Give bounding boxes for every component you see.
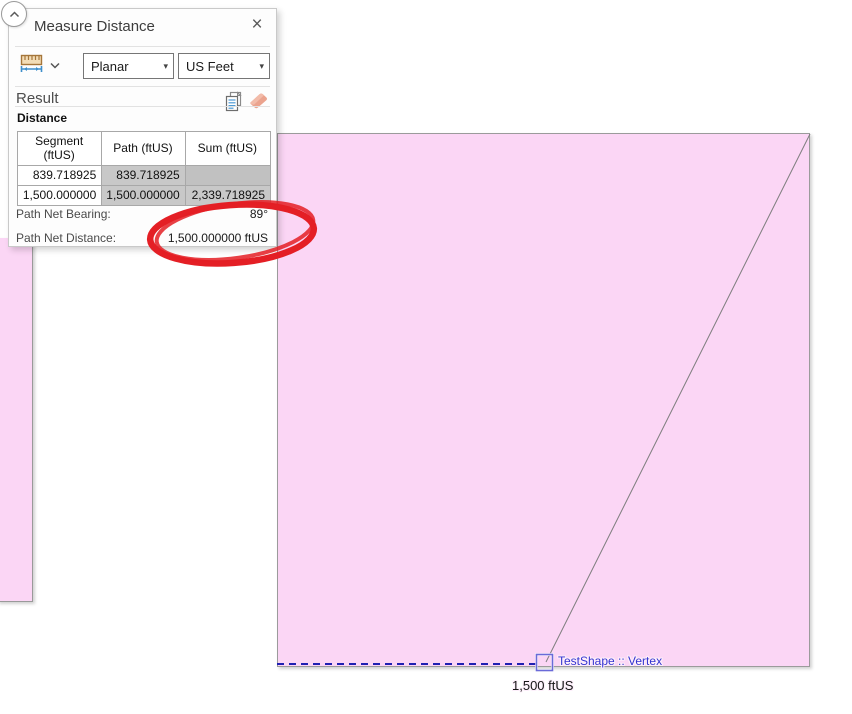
dropdown-arrow-icon: ▾ xyxy=(259,61,264,71)
table-row: 839.718925 839.718925 xyxy=(16,165,272,186)
dropdown-arrow-icon: ▾ xyxy=(163,61,168,71)
unit-dropdown[interactable]: US Feet ▾ xyxy=(178,53,270,79)
dialog-title: Measure Distance xyxy=(34,18,155,35)
separator xyxy=(15,106,270,107)
copy-result-button[interactable] xyxy=(224,91,246,112)
clear-results-button[interactable] xyxy=(248,91,270,111)
table-header-row: Segment (ftUS) Path (ftUS) Sum (ftUS) xyxy=(16,131,272,166)
segment-value-cell: 1,500.000000 xyxy=(16,185,103,206)
snap-tooltip: TestShape :: Vertex xyxy=(558,654,663,668)
path-value-cell: 839.718925 xyxy=(101,165,186,186)
separator xyxy=(15,86,270,87)
segment-value-cell: 839.718925 xyxy=(16,165,103,186)
path-net-distance-value: 1,500.000000 ftUS xyxy=(167,231,268,245)
path-net-bearing-label: Path Net Bearing: xyxy=(16,207,111,221)
path-net-distance-row: Path Net Distance: 1,500.000000 ftUS xyxy=(16,231,268,245)
map-polygon-testshape xyxy=(277,133,810,667)
separator xyxy=(15,46,270,47)
measure-mode-button[interactable] xyxy=(17,51,69,78)
measure-distance-dialog: Measure Distance × Planar ▾ US Feet ▾ Re… xyxy=(8,8,277,247)
close-button[interactable]: × xyxy=(246,13,268,37)
path-net-bearing-row: Path Net Bearing: 89° xyxy=(16,207,268,221)
segment-distance-label: 1,500 ftUS xyxy=(512,678,574,693)
measure-mode-dropdown[interactable]: Planar ▾ xyxy=(83,53,174,79)
path-net-bearing-value: 89° xyxy=(249,207,268,221)
path-net-distance-label: Path Net Distance: xyxy=(16,231,117,245)
measure-mode-value: Planar xyxy=(91,58,129,74)
unit-value: US Feet xyxy=(186,58,234,74)
collapse-panel-button[interactable] xyxy=(1,1,27,27)
column-header-sum: Sum (ftUS) xyxy=(184,131,272,166)
distance-result-table: Segment (ftUS) Path (ftUS) Sum (ftUS) 83… xyxy=(16,131,272,206)
sum-value-cell: 2,339.718925 xyxy=(184,185,272,206)
map-polygon-left-partial xyxy=(0,238,33,602)
copy-icon xyxy=(225,91,242,112)
distance-section-label: Distance xyxy=(17,111,68,125)
column-header-segment: Segment (ftUS) xyxy=(16,131,103,166)
chevron-up-icon xyxy=(9,10,19,17)
sum-value-cell xyxy=(184,165,272,186)
ruler-icon xyxy=(20,54,43,75)
result-section-label: Result xyxy=(16,90,59,107)
table-row: 1,500.000000 1,500.000000 2,339.718925 xyxy=(16,185,272,206)
chevron-down-icon xyxy=(50,58,60,72)
path-value-cell: 1,500.000000 xyxy=(101,185,186,206)
column-header-path: Path (ftUS) xyxy=(101,131,186,166)
